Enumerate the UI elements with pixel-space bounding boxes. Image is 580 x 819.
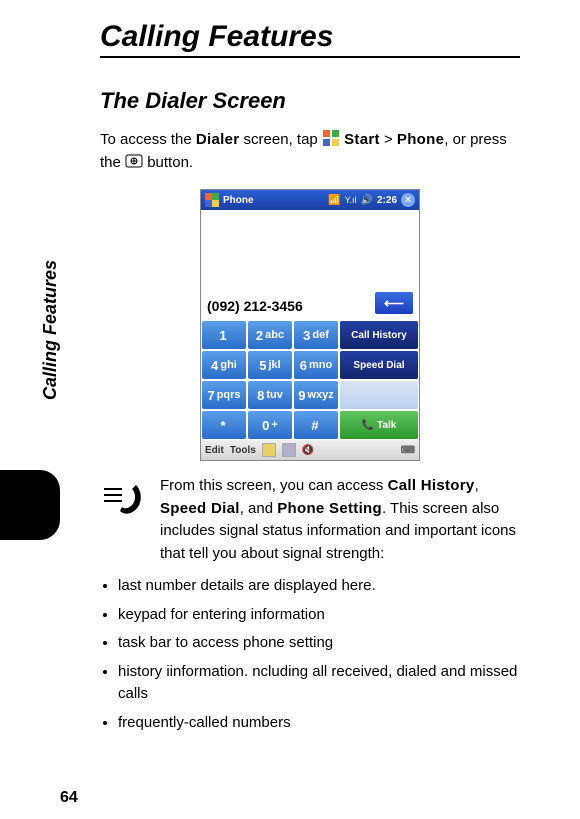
- speaker-icon: 🔊: [361, 195, 373, 206]
- screenshot-app-title: Phone: [223, 195, 254, 206]
- intro-phone: Phone: [397, 131, 444, 148]
- talk-button: 📞Talk: [340, 411, 418, 439]
- intro-start: Start: [344, 131, 380, 148]
- start-flag-icon: [205, 193, 219, 207]
- key-8: 8tuv: [248, 381, 292, 409]
- key-star: *: [202, 411, 246, 439]
- dialed-number: (092) 212-3456: [207, 298, 375, 314]
- dialer-screenshot: Phone 📶 Y.ıl 🔊 2:26 ✕ (092) 212-3456 ⟵ 1…: [200, 189, 420, 461]
- page-body: Calling Features The Dialer Screen To ac…: [0, 0, 580, 760]
- intro-dialer: Dialer: [196, 131, 240, 148]
- keypad: 1 2abc 3def Call History 4ghi 5jkl 6mno …: [201, 320, 419, 440]
- phone-handset-icon: [100, 475, 148, 523]
- close-icon: ✕: [401, 193, 415, 207]
- contacts-icon: [282, 443, 296, 457]
- mute-icon: 🔇: [302, 445, 314, 456]
- screenshot-display: (092) 212-3456 ⟵: [201, 210, 419, 320]
- key-9: 9wxyz: [294, 381, 338, 409]
- key-7: 7pqrs: [202, 381, 246, 409]
- list-item: frequently-called numbers: [118, 712, 520, 735]
- para-comma: ,: [475, 477, 479, 494]
- note-section: From this screen, you can access Call Hi…: [100, 475, 520, 565]
- key-0: 0+: [248, 411, 292, 439]
- para-phonesetting: Phone Setting: [277, 500, 382, 517]
- screenshot-time: 2:26: [377, 195, 397, 206]
- para-text: From this screen, you can access: [160, 477, 388, 494]
- intro-text: To access the: [100, 131, 196, 148]
- section-subtitle: The Dialer Screen: [100, 88, 520, 114]
- sip-icon: ⌨: [401, 445, 415, 456]
- key-5: 5jkl: [248, 351, 292, 379]
- intro-text: screen, tap: [239, 131, 322, 148]
- windows-flag-icon: [322, 129, 340, 147]
- page-title: Calling Features: [100, 20, 520, 58]
- key-1: 1: [202, 321, 246, 349]
- para-and: , and: [240, 500, 278, 517]
- list-item: history iinformation. ncluding all recei…: [118, 661, 520, 706]
- blank-side-button: [340, 381, 418, 409]
- key-hash: #: [294, 411, 338, 439]
- call-history-button: Call History: [340, 321, 418, 349]
- send-button-icon: [125, 152, 143, 170]
- intro-text: button.: [147, 154, 193, 171]
- screenshot-titlebar: Phone 📶 Y.ıl 🔊 2:26 ✕: [201, 190, 419, 210]
- note-icon: [262, 443, 276, 457]
- page-number: 64: [60, 789, 78, 807]
- feature-list: last number details are displayed here. …: [100, 575, 520, 734]
- key-3: 3def: [294, 321, 338, 349]
- key-4: 4ghi: [202, 351, 246, 379]
- tools-menu: Tools: [230, 445, 256, 456]
- para-speeddial: Speed Dial: [160, 500, 240, 517]
- signal-icon: 📶: [328, 195, 340, 206]
- list-item: task bar to access phone setting: [118, 632, 520, 655]
- para-callhistory: Call History: [388, 477, 475, 494]
- list-item: keypad for entering information: [118, 604, 520, 627]
- key-2: 2abc: [248, 321, 292, 349]
- antenna-icon: Y.ıl: [345, 195, 357, 205]
- edit-menu: Edit: [205, 445, 224, 456]
- backspace-button: ⟵: [375, 292, 413, 314]
- speed-dial-button: Speed Dial: [340, 351, 418, 379]
- intro-paragraph: To access the Dialer screen, tap Start >…: [100, 129, 520, 174]
- screen-description: From this screen, you can access Call Hi…: [160, 475, 520, 565]
- key-6: 6mno: [294, 351, 338, 379]
- list-item: last number details are displayed here.: [118, 575, 520, 598]
- intro-gt: >: [380, 131, 397, 148]
- screenshot-bottombar: Edit Tools 🔇 ⌨: [201, 440, 419, 460]
